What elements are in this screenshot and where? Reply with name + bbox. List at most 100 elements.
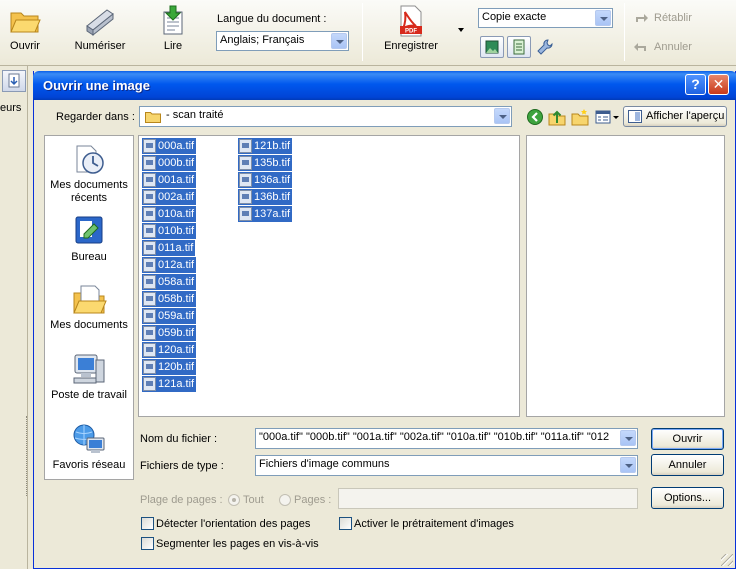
toolbar-separator	[624, 3, 625, 61]
open-dialog-button[interactable]: Ouvrir	[651, 428, 724, 450]
chevron-down-icon[interactable]	[595, 10, 611, 26]
my-documents-icon	[71, 282, 107, 316]
split-pages-checkbox[interactable]	[141, 537, 154, 550]
save-dropdown-arrow-icon[interactable]	[458, 28, 464, 32]
image-file-icon	[143, 258, 156, 272]
file-item[interactable]: 002a.tif	[142, 189, 197, 205]
network-icon	[71, 422, 107, 456]
place-network-favorites[interactable]: Favoris réseau	[45, 422, 133, 472]
chevron-down-icon[interactable]	[620, 457, 636, 473]
pages-label: Pages :	[294, 494, 332, 506]
cancel-dialog-button[interactable]: Annuler	[651, 454, 724, 476]
look-in-select[interactable]: - scan traité	[139, 106, 512, 127]
file-name: 121a.tif	[158, 378, 195, 390]
back-icon[interactable]	[526, 108, 544, 126]
preprocess-checkbox[interactable]	[339, 517, 352, 530]
language-select-value: Anglais; Français	[220, 34, 305, 46]
main-toolbar: Ouvrir Numériser Lire Langue du document…	[0, 0, 736, 66]
file-item[interactable]: 058b.tif	[142, 291, 197, 307]
file-item[interactable]: 012a.tif	[142, 257, 197, 273]
image-view-icon[interactable]	[480, 36, 504, 58]
file-item[interactable]: 136b.tif	[238, 189, 293, 205]
output-mode-value: Copie exacte	[482, 11, 547, 23]
down-arrow-icon[interactable]	[2, 70, 26, 92]
help-button[interactable]: ?	[685, 74, 706, 95]
file-item[interactable]: 000a.tif	[142, 138, 197, 154]
resize-grip[interactable]	[721, 554, 733, 566]
file-item[interactable]: 136a.tif	[238, 172, 293, 188]
file-item[interactable]: 137a.tif	[238, 206, 293, 222]
file-item[interactable]: 010b.tif	[142, 223, 197, 239]
file-name: 058a.tif	[158, 276, 195, 288]
image-file-icon	[143, 377, 156, 391]
language-select[interactable]: Anglais; Français	[216, 31, 349, 51]
file-item[interactable]: 120a.tif	[142, 342, 197, 358]
read-button[interactable]: Lire	[152, 4, 194, 52]
image-file-icon	[143, 190, 156, 204]
computer-icon	[71, 352, 107, 386]
file-name: 136b.tif	[254, 191, 291, 203]
file-item[interactable]: 001a.tif	[142, 172, 197, 188]
pages-radio[interactable]	[279, 494, 291, 506]
all-pages-radio[interactable]	[228, 494, 240, 506]
file-item[interactable]: 121b.tif	[238, 138, 293, 154]
wrench-icon[interactable]	[536, 38, 554, 56]
place-my-computer[interactable]: Poste de travail	[45, 352, 133, 402]
pages-input[interactable]	[338, 488, 638, 509]
filename-input[interactable]: "000a.tif" "000b.tif" "001a.tif" "002a.t…	[255, 428, 638, 449]
place-label: Mes documents récents	[50, 179, 128, 204]
look-in-label: Regarder dans :	[56, 111, 135, 123]
file-item[interactable]: 000b.tif	[142, 155, 197, 171]
chevron-down-icon[interactable]	[331, 33, 347, 49]
pdf-icon: PDF	[394, 4, 428, 38]
image-file-icon	[239, 173, 252, 187]
dialog-titlebar[interactable]: Ouvrir une image ? ✕	[33, 71, 736, 100]
scan-button[interactable]: Numériser	[72, 4, 128, 52]
file-item[interactable]: 058a.tif	[142, 274, 197, 290]
file-name: 000b.tif	[158, 157, 195, 169]
chevron-down-icon[interactable]	[620, 430, 636, 446]
file-list[interactable]: 000a.tif 000b.tif 001a.tif 002a.tif 010a.tif…	[138, 135, 520, 417]
output-mode-select[interactable]: Copie exacte	[478, 8, 613, 28]
file-item[interactable]: 121a.tif	[142, 376, 197, 392]
file-name: 059b.tif	[158, 327, 195, 339]
image-file-icon	[143, 309, 156, 323]
place-desktop[interactable]: Bureau	[45, 214, 133, 264]
file-item[interactable]: 059b.tif	[142, 325, 197, 341]
file-item[interactable]: 010a.tif	[142, 206, 197, 222]
save-button[interactable]: PDF Enregistrer	[378, 4, 444, 52]
preview-toggle-button[interactable]: Afficher l'aperçu	[623, 106, 727, 127]
filetype-select[interactable]: Fichiers d'image communs	[255, 455, 638, 476]
cancel-toolbar-button[interactable]: Annuler	[654, 41, 692, 53]
preview-icon	[628, 110, 642, 123]
restore-button[interactable]: Rétablir	[654, 12, 692, 24]
new-folder-icon[interactable]	[571, 108, 589, 126]
scanner-icon	[83, 4, 117, 38]
open-button[interactable]: Ouvrir	[4, 4, 46, 52]
file-item[interactable]: 059a.tif	[142, 308, 197, 324]
file-item[interactable]: 011a.tif	[142, 240, 196, 256]
place-my-documents[interactable]: Mes documents	[45, 282, 133, 332]
filetype-value: Fichiers d'image communs	[259, 458, 390, 470]
place-label: Mes documents	[50, 319, 128, 331]
file-name: 012a.tif	[158, 259, 195, 271]
image-file-icon	[143, 173, 156, 187]
detect-orientation-checkbox[interactable]	[141, 517, 154, 530]
options-button[interactable]: Options...	[651, 487, 724, 509]
place-recent-documents[interactable]: Mes documents récents	[45, 142, 133, 205]
up-folder-icon[interactable]	[548, 108, 566, 126]
desktop-icon	[71, 214, 107, 248]
preprocess-label: Activer le prétraitement d'images	[354, 518, 514, 530]
splitter-grip[interactable]	[26, 416, 30, 496]
language-label: Langue du document :	[217, 13, 327, 25]
text-view-icon[interactable]	[507, 36, 531, 58]
file-item[interactable]: 120b.tif	[142, 359, 197, 375]
chevron-down-icon[interactable]	[494, 108, 510, 124]
all-pages-label: Tout	[243, 494, 264, 506]
close-button[interactable]: ✕	[708, 74, 729, 95]
view-menu-icon[interactable]	[595, 108, 621, 126]
folder-open-icon	[8, 4, 42, 38]
page-range-label: Plage de pages :	[140, 494, 223, 506]
file-item[interactable]: 135b.tif	[238, 155, 293, 171]
save-button-label: Enregistrer	[384, 40, 438, 52]
